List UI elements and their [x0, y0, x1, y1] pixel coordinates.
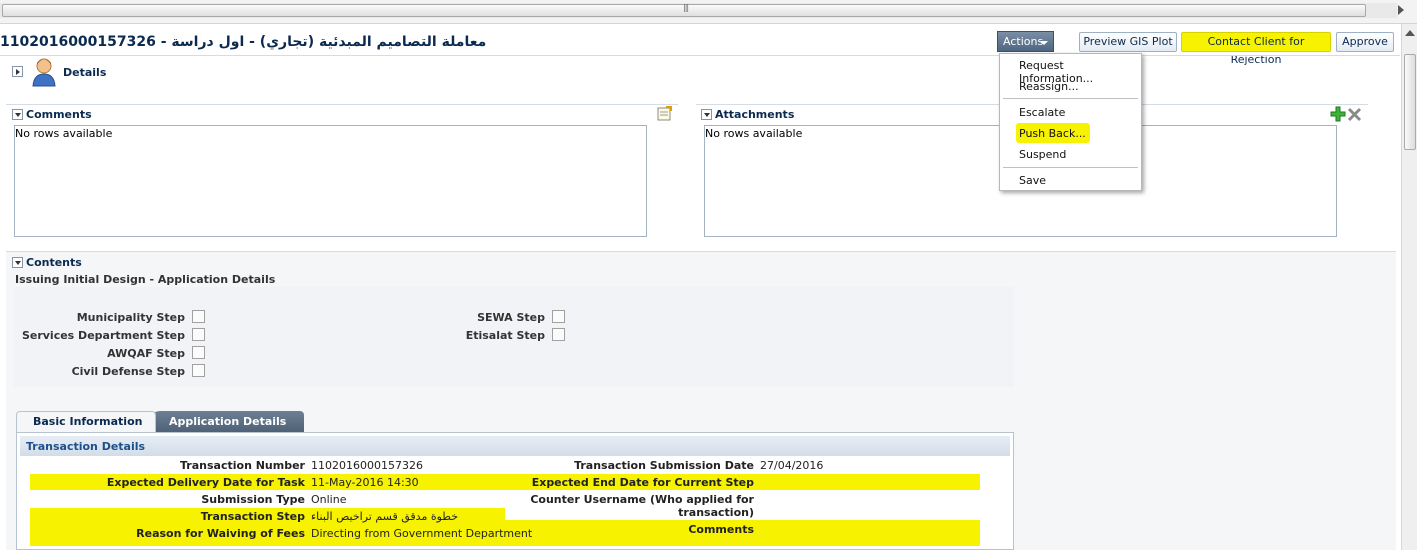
contact-client-for-rejection-button[interactable]: Contact Client for Rejection [1181, 32, 1331, 66]
actions-label: Actions [1003, 35, 1044, 48]
services-department-step-label: Services Department Step [21, 329, 185, 342]
menu-item-reassign[interactable]: Reassign... [1019, 80, 1079, 93]
contents-divider [6, 251, 1396, 252]
menu-item-push-back[interactable]: Push Back... [1019, 127, 1086, 140]
civil-defense-step-checkbox[interactable] [192, 364, 205, 377]
comments-field-label: Comments [688, 523, 754, 536]
comments-divider [6, 104, 678, 105]
transaction-number-value: 1102016000157326 [311, 459, 423, 472]
scroll-right-arrow-icon[interactable] [1398, 5, 1404, 15]
approve-button[interactable]: Approve [1336, 32, 1394, 52]
transaction-step-value: خطوة مدقق قسم تراخيص البناء [311, 510, 459, 523]
reason-for-waiving-of-fees-label: Reason for Waiving of Fees [136, 527, 305, 540]
comments-empty-text: No rows available [15, 127, 113, 140]
expected-end-date-label: Expected End Date for Current Step [531, 476, 754, 489]
horizontal-scrollbar[interactable]: ||| [0, 0, 1417, 24]
menu-item-save[interactable]: Save [1019, 174, 1046, 187]
user-icon [32, 58, 56, 87]
actions-menu-button[interactable]: Actions [997, 31, 1054, 52]
municipality-step-label: Municipality Step [76, 311, 185, 324]
contents-title: Contents [26, 256, 82, 269]
menu-separator [1003, 98, 1138, 99]
attachments-collapse-icon[interactable] [701, 109, 712, 120]
chevron-down-icon [1040, 41, 1048, 45]
awqaf-step-checkbox[interactable] [192, 346, 205, 359]
transaction-details-header [20, 436, 1010, 456]
menu-item-suspend[interactable]: Suspend [1019, 148, 1066, 161]
etisalat-step-label: Etisalat Step [465, 329, 545, 342]
transaction-number-label: Transaction Number [180, 459, 305, 472]
submission-type-value: Online [311, 493, 347, 506]
counter-username-label: Counter Username (Who applied for [530, 493, 754, 506]
add-attachment-icon[interactable] [1330, 106, 1346, 122]
attachments-title: Attachments [715, 108, 795, 121]
counter-username-label-line2: transaction) [678, 506, 754, 519]
attachments-empty-text: No rows available [705, 127, 803, 140]
details-expand-icon[interactable] [12, 66, 23, 77]
tab-basic-information[interactable]: Basic Information [16, 411, 156, 433]
municipality-step-checkbox[interactable] [192, 310, 205, 323]
sewa-step-label: SEWA Step [477, 311, 545, 324]
transaction-submission-date-label: Transaction Submission Date [574, 459, 754, 472]
details-title: Details [63, 66, 107, 79]
transaction-step-label: Transaction Step [200, 510, 305, 523]
actions-menu: Request Information... Reassign... Escal… [999, 53, 1142, 191]
preview-gis-plot-button[interactable]: Preview GIS Plot [1079, 32, 1177, 52]
contents-collapse-icon[interactable] [12, 257, 23, 268]
menu-item-escalate[interactable]: Escalate [1019, 106, 1065, 119]
page-title: معاملة التصاميم المبدئية (تجاري) - اول د… [0, 34, 487, 50]
services-department-step-checkbox[interactable] [192, 328, 205, 341]
scrollbar-thumb[interactable] [1404, 54, 1416, 150]
sewa-step-checkbox[interactable] [552, 310, 565, 323]
menu-separator [1003, 167, 1138, 168]
tab-application-details[interactable]: Application Details [150, 411, 304, 433]
expected-delivery-date-value: 11-May-2016 14:30 [311, 476, 419, 489]
civil-defense-step-label: Civil Defense Step [71, 365, 185, 378]
vertical-scrollbar[interactable] [1401, 24, 1417, 550]
expected-delivery-date-label: Expected Delivery Date for Task [106, 476, 305, 489]
scroll-up-arrow-icon[interactable] [1405, 30, 1415, 36]
etisalat-step-checkbox[interactable] [552, 328, 565, 341]
contents-subtitle: Issuing Initial Design - Application Det… [15, 273, 276, 286]
submission-type-label: Submission Type [201, 493, 305, 506]
awqaf-step-label: AWQAF Step [107, 347, 185, 360]
comments-title: Comments [26, 108, 92, 121]
delete-attachment-icon[interactable] [1347, 107, 1362, 122]
comments-table: No rows available [14, 125, 647, 237]
title-divider [0, 55, 1400, 56]
transaction-details-title: Transaction Details [26, 440, 146, 453]
add-comment-icon[interactable] [657, 106, 672, 121]
comments-collapse-icon[interactable] [12, 109, 23, 120]
grip-icon: ||| [683, 3, 689, 12]
transaction-submission-date-value: 27/04/2016 [760, 459, 824, 472]
